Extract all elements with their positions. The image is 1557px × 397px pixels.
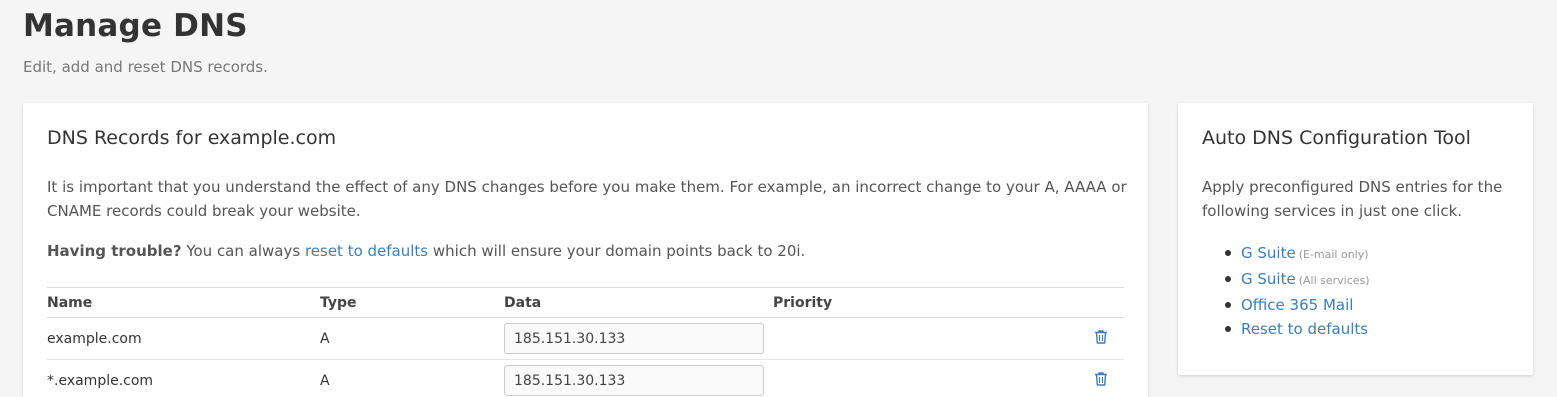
auto-dns-intro: Apply preconfigured DNS entries for the …: [1202, 178, 1503, 220]
service-link-gsuite-all[interactable]: G Suite: [1241, 270, 1296, 288]
dns-records-card: DNS Records for example.com It is import…: [23, 103, 1148, 397]
service-note: (All services): [1298, 274, 1370, 287]
column-header-type: Type: [320, 287, 504, 318]
column-header-name: Name: [47, 287, 320, 318]
column-header-data: Data: [504, 287, 773, 318]
service-note: (E-mail only): [1298, 248, 1369, 261]
dns-warning-text: It is important that you understand the …: [47, 178, 1127, 220]
table-header-row: Name Type Data Priority: [47, 287, 1124, 318]
bullet: [1225, 276, 1231, 282]
reset-defaults-link[interactable]: reset to defaults: [305, 242, 428, 260]
bullet: [1225, 302, 1231, 308]
dns-records-title: DNS Records for example.com: [47, 127, 337, 149]
trouble-label: Having trouble?: [47, 242, 182, 260]
page-title: Manage DNS: [23, 8, 248, 44]
page-subtitle: Edit, add and reset DNS records.: [23, 58, 268, 76]
record-type: A: [320, 317, 504, 360]
record-name: *.example.com: [47, 359, 320, 397]
bullet: [1225, 326, 1231, 332]
service-list: G Suite (E-mail only) G Suite (All service…: [1225, 241, 1370, 341]
trash-icon[interactable]: [1093, 371, 1109, 387]
list-item: Office 365 Mail: [1225, 293, 1370, 317]
record-data-input[interactable]: [504, 365, 764, 396]
column-header-actions: [1093, 287, 1124, 318]
record-actions: [1093, 359, 1124, 397]
list-item: G Suite (E-mail only): [1225, 241, 1370, 267]
dns-records-table: Name Type Data Priority example.com A 18…: [47, 287, 1124, 397]
trouble-pre: You can always: [181, 242, 305, 260]
bullet: [1225, 250, 1231, 256]
column-header-priority: Priority: [773, 287, 1093, 318]
record-name: example.com: [47, 317, 320, 360]
record-type: A: [320, 359, 504, 397]
record-priority: [773, 317, 1093, 360]
table-row: example.com A: [47, 317, 1124, 360]
record-actions: [1093, 317, 1124, 360]
service-link-office365[interactable]: Office 365 Mail: [1241, 296, 1353, 314]
list-item: G Suite (All services): [1225, 267, 1370, 293]
record-data-cell: [504, 317, 773, 360]
table-row: *.example.com A: [47, 359, 1124, 397]
trash-icon[interactable]: [1093, 329, 1109, 345]
service-link-reset-defaults[interactable]: Reset to defaults: [1241, 320, 1368, 338]
list-item: Reset to defaults: [1225, 317, 1370, 341]
record-priority: [773, 359, 1093, 397]
record-data-cell: [504, 359, 773, 397]
trouble-post: which will ensure your domain points bac…: [428, 242, 806, 260]
auto-dns-title: Auto DNS Configuration Tool: [1202, 127, 1471, 149]
trouble-text: Having trouble? You can always reset to …: [47, 239, 1127, 263]
service-link-gsuite-email[interactable]: G Suite: [1241, 244, 1296, 262]
auto-dns-card: Auto DNS Configuration Tool Apply precon…: [1178, 103, 1533, 375]
record-data-input[interactable]: [504, 323, 764, 354]
